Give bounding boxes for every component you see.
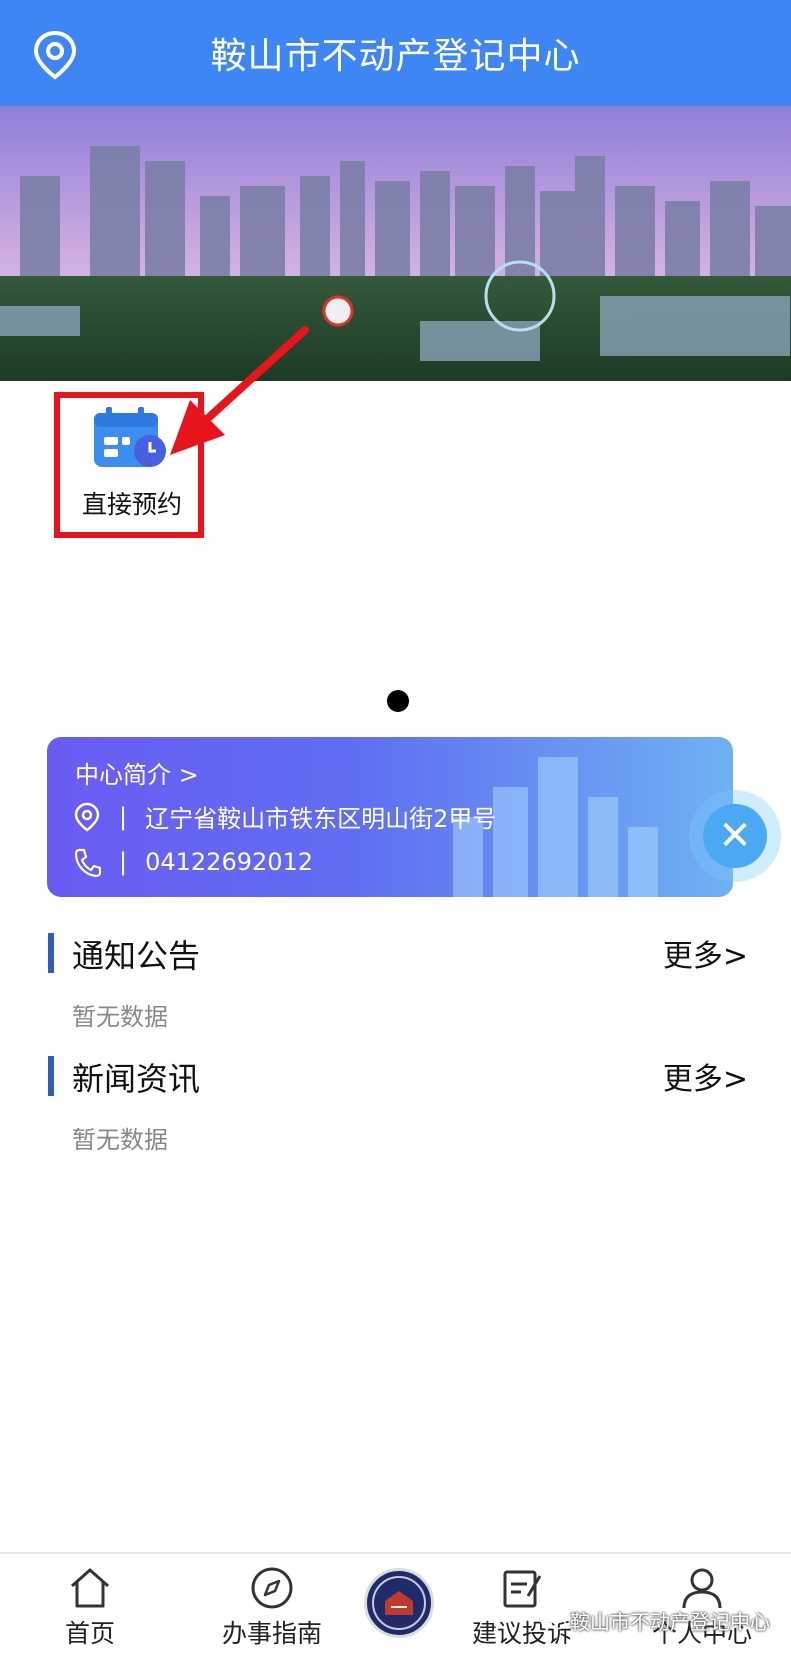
wechat-icon xyxy=(540,1611,566,1629)
home-icon xyxy=(71,1568,109,1608)
separator: | xyxy=(119,848,128,876)
intro-title-link[interactable]: 中心简介 > xyxy=(75,755,199,790)
compass-icon xyxy=(251,1567,293,1609)
watermark-text: 鞍山市不动产登记中心 xyxy=(570,1610,770,1634)
location-pin-icon xyxy=(74,802,100,832)
edit-form-icon xyxy=(503,1570,542,1608)
more-link[interactable]: 更多> xyxy=(663,931,748,975)
app-header: 鞍山市不动产登记中心 xyxy=(0,0,791,106)
carousel-indicator[interactable] xyxy=(387,690,409,712)
phone-text[interactable]: 04122692012 xyxy=(145,848,313,876)
watermark: 鞍山市不动产登记中心 xyxy=(540,1606,770,1635)
section-accent-bar xyxy=(48,1056,54,1096)
section-accent-bar xyxy=(48,933,54,973)
pointer-arrow-icon xyxy=(170,326,309,455)
more-link[interactable]: 更多> xyxy=(663,1054,748,1098)
empty-state: 暂无数据 xyxy=(72,1003,168,1031)
bottom-tab-bar: 首页 办事指南 建议投诉 个人中心 xyxy=(0,1552,791,1657)
phone-row[interactable]: | 04122692012 xyxy=(73,847,313,877)
tab-home[interactable]: 首页 xyxy=(40,1554,140,1657)
separator: | xyxy=(119,802,128,831)
city-banner-image[interactable] xyxy=(0,106,791,381)
tab-label: 办事指南 xyxy=(221,1619,322,1648)
page-title: 鞍山市不动产登记中心 xyxy=(210,36,581,77)
news-section: 新闻资讯 更多> 暂无数据 xyxy=(48,1052,748,1154)
tab-guide[interactable]: 办事指南 xyxy=(212,1554,332,1657)
notice-section: 通知公告 更多> 暂无数据 xyxy=(48,929,748,1031)
location-pin-icon[interactable] xyxy=(32,30,78,80)
floating-close-button[interactable]: ✕ xyxy=(689,790,781,882)
emblem-logo[interactable] xyxy=(364,1568,434,1638)
section-title: 通知公告 xyxy=(72,937,201,975)
address-text: 辽宁省鞍山市铁东区明山街2甲号 xyxy=(145,805,497,833)
close-icon: ✕ xyxy=(703,804,767,868)
phone-icon xyxy=(74,848,101,877)
section-header: 新闻资讯 更多> xyxy=(48,1052,748,1102)
section-title: 新闻资讯 xyxy=(72,1060,201,1098)
center-intro-card[interactable]: 中心简介 > | 辽宁省鞍山市铁东区明山街2甲号 | 04122692012 xyxy=(47,737,733,897)
person-icon xyxy=(682,1568,722,1609)
address-row: | 辽宁省鞍山市铁东区明山街2甲号 xyxy=(73,799,496,834)
empty-state: 暂无数据 xyxy=(72,1126,168,1154)
tab-label: 首页 xyxy=(64,1619,115,1648)
section-header: 通知公告 更多> xyxy=(48,929,748,979)
